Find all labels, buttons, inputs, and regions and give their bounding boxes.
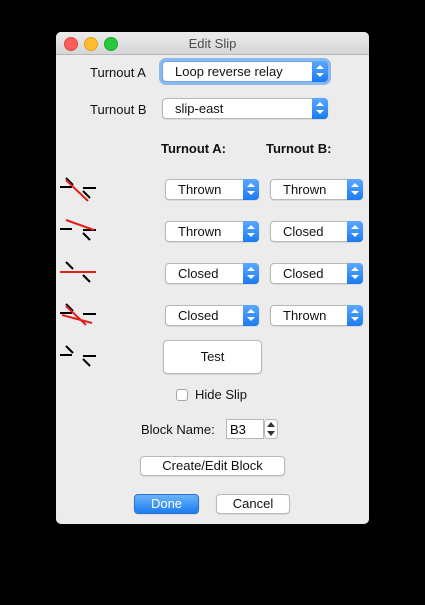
turnout-a-select[interactable]: Loop reverse relay bbox=[162, 61, 328, 82]
state-3-turnout-a-select[interactable]: Closed bbox=[165, 263, 259, 284]
turnout-b-chevron-icon bbox=[312, 98, 328, 119]
create-edit-block-button[interactable]: Create/Edit Block bbox=[140, 456, 285, 476]
stepper-up-icon[interactable] bbox=[267, 422, 275, 427]
column-header-turnout-a: Turnout A: bbox=[161, 141, 226, 156]
column-header-turnout-b: Turnout B: bbox=[266, 141, 332, 156]
state-1-turnout-b-select[interactable]: Thrown bbox=[270, 179, 363, 200]
state-3-turnout-b-select[interactable]: Closed bbox=[270, 263, 363, 284]
state-3-a-chevron-icon bbox=[243, 263, 259, 284]
state-4-turnout-b-select[interactable]: Thrown bbox=[270, 305, 363, 326]
state-4-b-chevron-icon bbox=[347, 305, 363, 326]
state-1-b-chevron-icon bbox=[347, 179, 363, 200]
turnout-b-label: Turnout B bbox=[90, 102, 147, 117]
slip-state-2-icon bbox=[60, 219, 96, 241]
hide-slip-label: Hide Slip bbox=[195, 387, 248, 402]
block-name-field[interactable]: B3 bbox=[226, 419, 264, 439]
block-name-label: Block Name: bbox=[141, 422, 215, 437]
slip-test-icon bbox=[60, 345, 96, 367]
state-1-turnout-b-value: Thrown bbox=[283, 182, 327, 197]
turnout-a-chevron-icon bbox=[312, 61, 328, 82]
state-3-turnout-b-value: Closed bbox=[283, 266, 324, 281]
state-4-turnout-b-value: Thrown bbox=[283, 308, 327, 323]
state-2-a-chevron-icon bbox=[243, 221, 259, 242]
state-4-turnout-a-select[interactable]: Closed bbox=[165, 305, 259, 326]
test-button[interactable]: Test bbox=[163, 340, 262, 374]
state-4-turnout-a-value: Closed bbox=[178, 308, 219, 323]
state-2-b-chevron-icon bbox=[347, 221, 363, 242]
state-1-a-chevron-icon bbox=[243, 179, 259, 200]
turnout-a-label: Turnout A bbox=[90, 65, 146, 80]
state-2-turnout-a-select[interactable]: Thrown bbox=[165, 221, 259, 242]
window-title: Edit Slip bbox=[188, 36, 237, 51]
hide-slip-checkbox[interactable] bbox=[176, 389, 188, 401]
state-1-turnout-a-value: Thrown bbox=[178, 182, 222, 197]
state-3-turnout-a-value: Closed bbox=[178, 266, 219, 281]
turnout-a-value: Loop reverse relay bbox=[175, 64, 283, 79]
state-3-b-chevron-icon bbox=[347, 263, 363, 284]
slip-state-3-icon bbox=[60, 261, 96, 283]
turnout-b-value: slip-east bbox=[175, 101, 224, 116]
edit-slip-dialog: Edit Slip Turnout A Loop reverse relay T… bbox=[56, 32, 369, 524]
turnout-b-select[interactable]: slip-east bbox=[162, 98, 328, 119]
state-4-a-chevron-icon bbox=[243, 305, 259, 326]
block-name-stepper[interactable] bbox=[264, 419, 278, 439]
slip-state-1-icon bbox=[60, 177, 96, 202]
state-2-turnout-b-select[interactable]: Closed bbox=[270, 221, 363, 242]
stepper-down-icon[interactable] bbox=[267, 431, 275, 436]
title-bar: Edit Slip bbox=[56, 32, 369, 55]
slip-state-4-icon bbox=[60, 303, 96, 326]
block-name-value: B3 bbox=[230, 422, 246, 437]
cancel-button[interactable]: Cancel bbox=[216, 494, 290, 514]
state-1-turnout-a-select[interactable]: Thrown bbox=[165, 179, 259, 200]
state-2-turnout-a-value: Thrown bbox=[178, 224, 222, 239]
done-button[interactable]: Done bbox=[134, 494, 199, 514]
state-2-turnout-b-value: Closed bbox=[283, 224, 324, 239]
